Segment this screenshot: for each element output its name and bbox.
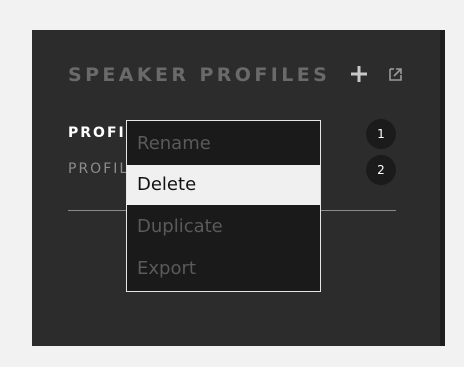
menu-item-rename[interactable]: Rename xyxy=(127,124,320,164)
panel-title: SPEAKER PROFILES xyxy=(68,64,331,86)
plus-icon[interactable] xyxy=(350,65,368,83)
profile-number-badge: 2 xyxy=(366,155,396,185)
menu-item-duplicate[interactable]: Duplicate xyxy=(127,207,320,247)
panel-edge xyxy=(440,30,445,346)
profile-context-menu: Rename Delete Duplicate Export xyxy=(126,120,321,292)
menu-item-delete[interactable]: Delete xyxy=(127,165,320,205)
profile-number-badge: 1 xyxy=(366,119,396,149)
export-icon[interactable] xyxy=(388,66,404,82)
speaker-profiles-panel: SPEAKER PROFILES PROFILE 1 1 PROFILE 2 2… xyxy=(32,30,445,346)
menu-item-export[interactable]: Export xyxy=(127,249,320,289)
